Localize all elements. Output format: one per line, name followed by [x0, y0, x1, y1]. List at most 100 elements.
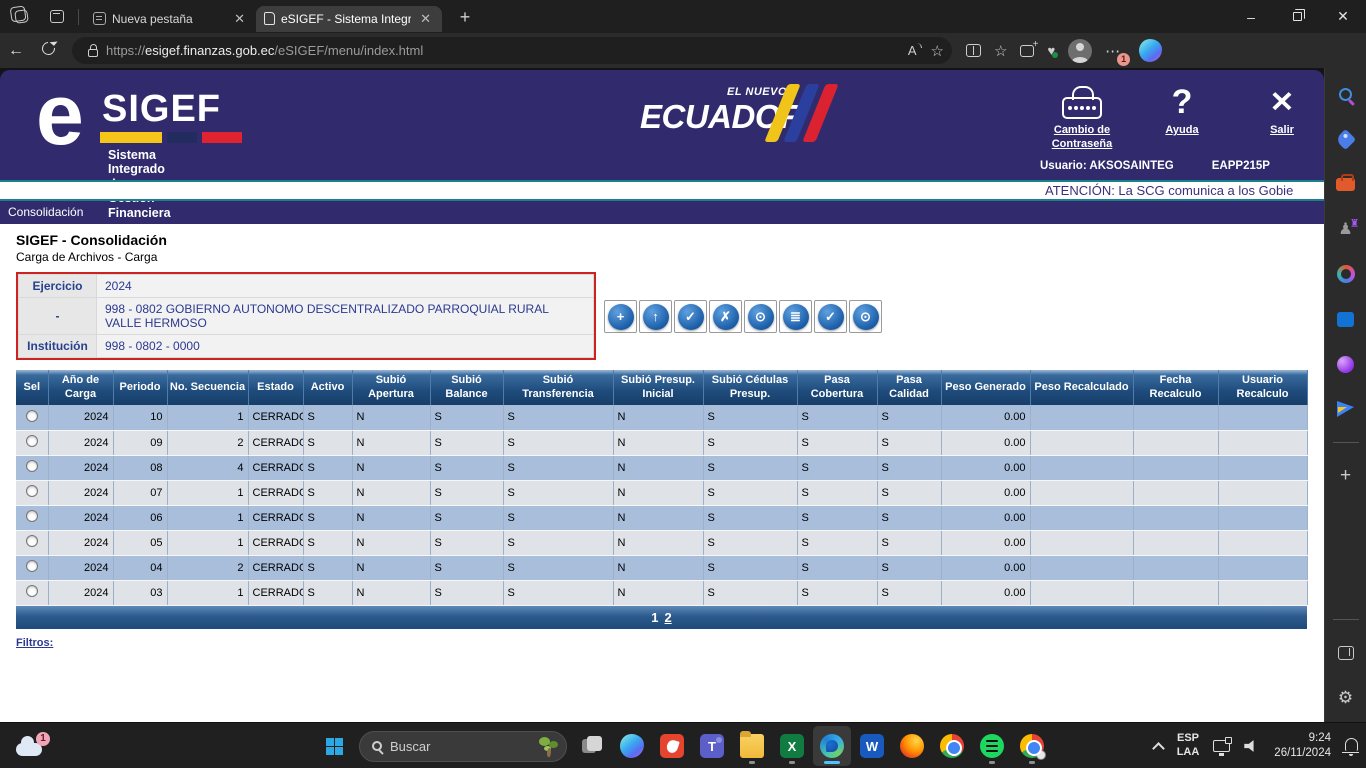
column-header: Pasa Cobertura — [797, 370, 878, 405]
delete-file-button[interactable]: ✗ — [709, 300, 742, 333]
tab-list-icon[interactable] — [42, 4, 72, 30]
filters-link[interactable]: Filtros: — [16, 637, 53, 649]
row-select-radio[interactable] — [25, 409, 38, 422]
sidebar-settings-button[interactable]: ⚙ — [1334, 686, 1358, 710]
approve-button[interactable]: ✓ — [814, 300, 847, 333]
sidebar-panel-toggle[interactable] — [1334, 641, 1358, 665]
sidebar-shopping-button[interactable] — [1334, 127, 1358, 151]
edge-app-icon[interactable] — [813, 726, 851, 766]
workspaces-icon[interactable] — [6, 4, 36, 30]
read-aloud-icon[interactable]: A — [908, 43, 922, 58]
tab-title: eSIGEF - Sistema Integrado de G — [281, 11, 412, 26]
taskbar-search[interactable]: Buscar — [359, 730, 567, 762]
tab-nueva-pestana[interactable]: Nueva pestaña ✕ — [85, 6, 256, 32]
column-header: No. Secuencia — [167, 370, 249, 405]
tray-chevron-icon[interactable] — [1151, 741, 1165, 755]
explorer-app-icon[interactable] — [733, 726, 771, 766]
chrome2-app-icon[interactable] — [1013, 726, 1051, 766]
windows-logo-icon — [325, 737, 343, 755]
notifications-bell-icon[interactable] — [1342, 738, 1359, 756]
exit-button[interactable]: ✕ Salir — [1242, 80, 1322, 152]
table-cell: N — [613, 430, 704, 456]
validate-file-button[interactable]: ✓ — [674, 300, 707, 333]
new-record-button[interactable]: + — [604, 300, 637, 333]
split-screen-icon[interactable] — [966, 44, 981, 57]
tab-close-icon[interactable]: ✕ — [231, 11, 248, 27]
restore-button[interactable] — [1274, 0, 1320, 33]
table-cell: 2024 — [48, 555, 114, 581]
collections-icon[interactable] — [1020, 39, 1038, 57]
sidebar-toolbox-button[interactable] — [1334, 172, 1358, 196]
upload-file-button[interactable]: ↑ — [639, 300, 672, 333]
profile-avatar[interactable] — [1068, 38, 1093, 63]
sidebar-sidebar-search-button[interactable] — [1334, 82, 1358, 106]
spotify-app-icon[interactable] — [973, 726, 1011, 766]
change-password-button[interactable]: Cambio de Contraseña — [1042, 80, 1122, 152]
network-icon[interactable] — [1213, 737, 1233, 756]
row-select-radio[interactable] — [25, 485, 38, 497]
delete-file-button-icon: ✗ — [712, 303, 739, 330]
tab-esigef[interactable]: eSIGEF - Sistema Integrado de G ✕ — [256, 5, 442, 32]
url-path: /eSIGEF/menu/index.html — [274, 43, 424, 58]
tab-close-icon[interactable]: ✕ — [417, 11, 434, 27]
table-cell: N — [352, 430, 431, 456]
task-view-app-icon[interactable] — [573, 726, 611, 766]
favorites-hub-icon[interactable]: ☆ — [994, 42, 1007, 60]
sidebar-drop-button[interactable] — [1334, 352, 1358, 376]
table-cell: 4 — [167, 455, 249, 481]
pdf-app-icon[interactable] — [653, 726, 691, 766]
more-menu-icon[interactable]: ⋯ 1 — [1105, 42, 1131, 66]
exit-icon: ✕ — [1269, 86, 1295, 118]
row-select-radio[interactable] — [25, 560, 38, 572]
close-button[interactable]: ✕ — [1320, 0, 1366, 33]
page-current[interactable]: 1 — [651, 610, 658, 625]
table-cell: S — [503, 555, 614, 581]
row-select-radio[interactable] — [25, 510, 38, 522]
word-app-icon[interactable]: W — [853, 726, 891, 766]
table-cell — [1218, 555, 1308, 581]
url-field[interactable]: https://esigef.finanzas.gob.ec/eSIGEF/me… — [72, 37, 952, 64]
recalculate-search-button[interactable]: ⊙ — [849, 300, 882, 333]
table-row: 2024 04 2 CERRADO S N S S N S S S 0.00 — [16, 555, 1308, 581]
back-button[interactable]: ← — [0, 42, 32, 60]
chrome-app-icon[interactable] — [933, 726, 971, 766]
excel-app-icon[interactable]: X — [773, 726, 811, 766]
sidebar-designer-send-button[interactable] — [1334, 397, 1358, 421]
sidebar-outlook-button[interactable] — [1334, 307, 1358, 331]
row-select-radio[interactable] — [25, 435, 38, 447]
refresh-button[interactable] — [32, 38, 64, 60]
row-select-radio[interactable] — [25, 535, 38, 547]
menu-item-consolidacion[interactable]: Consolidación — [8, 205, 83, 219]
favorite-star-icon[interactable]: ☆ — [931, 42, 944, 60]
copilot-app-icon[interactable] — [613, 726, 651, 766]
table-cell: S — [703, 530, 798, 556]
sidebar-microsoft-365-button[interactable] — [1334, 262, 1358, 286]
language-indicator[interactable]: ESP LAA — [1177, 732, 1200, 760]
clock[interactable]: 9:24 26/11/2024 — [1274, 731, 1331, 761]
teams-icon: T — [700, 734, 724, 758]
table-cell: 2024 — [48, 405, 114, 431]
weather-widget[interactable]: 1 — [16, 732, 50, 760]
volume-icon[interactable] — [1244, 740, 1254, 752]
page-link-2[interactable]: 2 — [665, 610, 672, 625]
sidebar-panel-icon — [1337, 646, 1354, 660]
start-button[interactable] — [315, 727, 353, 765]
minimize-button[interactable]: – — [1228, 0, 1274, 33]
teams-app-icon[interactable]: T — [693, 726, 731, 766]
row-select-radio[interactable] — [25, 585, 38, 597]
copilot-icon[interactable] — [1139, 39, 1163, 62]
print-button[interactable]: ≣ — [779, 300, 812, 333]
sidebar-add-button[interactable]: + — [1334, 464, 1358, 488]
firefox-app-icon[interactable] — [893, 726, 931, 766]
table-cell: S — [303, 480, 353, 506]
help-button[interactable]: ? Ayuda — [1142, 80, 1222, 152]
table-cell: S — [303, 530, 353, 556]
column-header: Pasa Calidad — [877, 370, 942, 405]
row-select-radio[interactable] — [25, 460, 38, 472]
view-detail-button[interactable]: ⊙ — [744, 300, 777, 333]
site-header-strip: e SIGEF Sistema Integrado deGestión Fina… — [0, 68, 1324, 220]
new-tab-button[interactable]: + — [452, 7, 478, 28]
sidebar-games-button[interactable] — [1334, 217, 1358, 241]
table-cell: S — [503, 480, 614, 506]
browser-essentials-icon[interactable]: ♥ — [1047, 43, 1058, 58]
